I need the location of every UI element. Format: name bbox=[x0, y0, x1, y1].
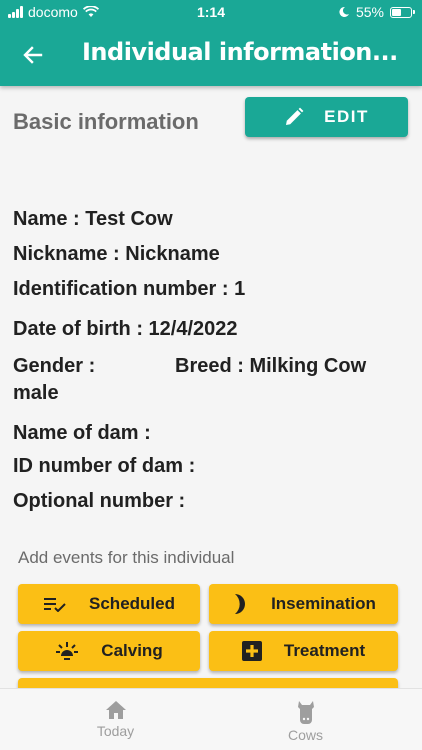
dam-id-field: ID number of dam : bbox=[13, 455, 196, 477]
arrow-left-icon bbox=[23, 46, 43, 64]
back-button[interactable] bbox=[18, 40, 48, 70]
calving-button[interactable]: Calving bbox=[18, 631, 200, 671]
gender-value: male bbox=[13, 382, 59, 404]
moon-icon bbox=[339, 6, 349, 17]
scheduled-button[interactable]: Scheduled bbox=[18, 584, 200, 624]
battery-level bbox=[392, 8, 402, 16]
nav-cows-label: Cows bbox=[287, 727, 323, 743]
home-icon bbox=[105, 701, 126, 719]
id-number-field: Identification number : 1 bbox=[13, 278, 246, 300]
crescent-icon bbox=[235, 594, 246, 614]
optional-number-field: Optional number : bbox=[13, 490, 186, 512]
status-bar: docomo 1:14 55% bbox=[0, 0, 422, 26]
nav-today[interactable]: Today bbox=[10, 689, 221, 750]
calving-label: Calving bbox=[101, 641, 163, 660]
insemination-button[interactable]: Insemination bbox=[209, 584, 398, 624]
pencil-icon bbox=[286, 107, 304, 125]
nav-cows[interactable]: Cows bbox=[200, 689, 411, 750]
treatment-button[interactable]: Treatment bbox=[209, 631, 398, 671]
breed-field: Breed : Milking Cow bbox=[175, 355, 367, 377]
edit-button[interactable]: EDIT bbox=[245, 97, 408, 137]
app-header: docomo 1:14 55% Individual information..… bbox=[0, 0, 422, 86]
name-field: Name : Test Cow bbox=[13, 208, 173, 230]
status-right: 55% bbox=[338, 4, 415, 20]
cow-icon bbox=[297, 701, 314, 724]
battery-icon bbox=[390, 6, 415, 18]
scheduled-label: Scheduled bbox=[89, 594, 175, 613]
battery-percent: 55% bbox=[355, 4, 384, 20]
nav-today-label: Today bbox=[96, 723, 135, 739]
edit-label: EDIT bbox=[324, 107, 369, 126]
nickname-field: Nickname : Nickname bbox=[13, 243, 220, 265]
dob-field: Date of birth : 12/4/2022 bbox=[13, 318, 238, 340]
insemination-label: Insemination bbox=[271, 594, 376, 613]
checklist-icon bbox=[44, 598, 66, 612]
treatment-label: Treatment bbox=[283, 641, 366, 660]
gender-label: Gender : bbox=[13, 355, 96, 377]
bottom-nav: Today Cows bbox=[0, 688, 422, 750]
page-title: Individual information... bbox=[82, 38, 398, 66]
events-label: Add events for this individual bbox=[18, 548, 235, 567]
dam-name-field: Name of dam : bbox=[13, 422, 151, 444]
sun-icon bbox=[56, 642, 79, 660]
medical-plus-icon bbox=[241, 641, 262, 661]
section-title: Basic information bbox=[13, 109, 199, 134]
